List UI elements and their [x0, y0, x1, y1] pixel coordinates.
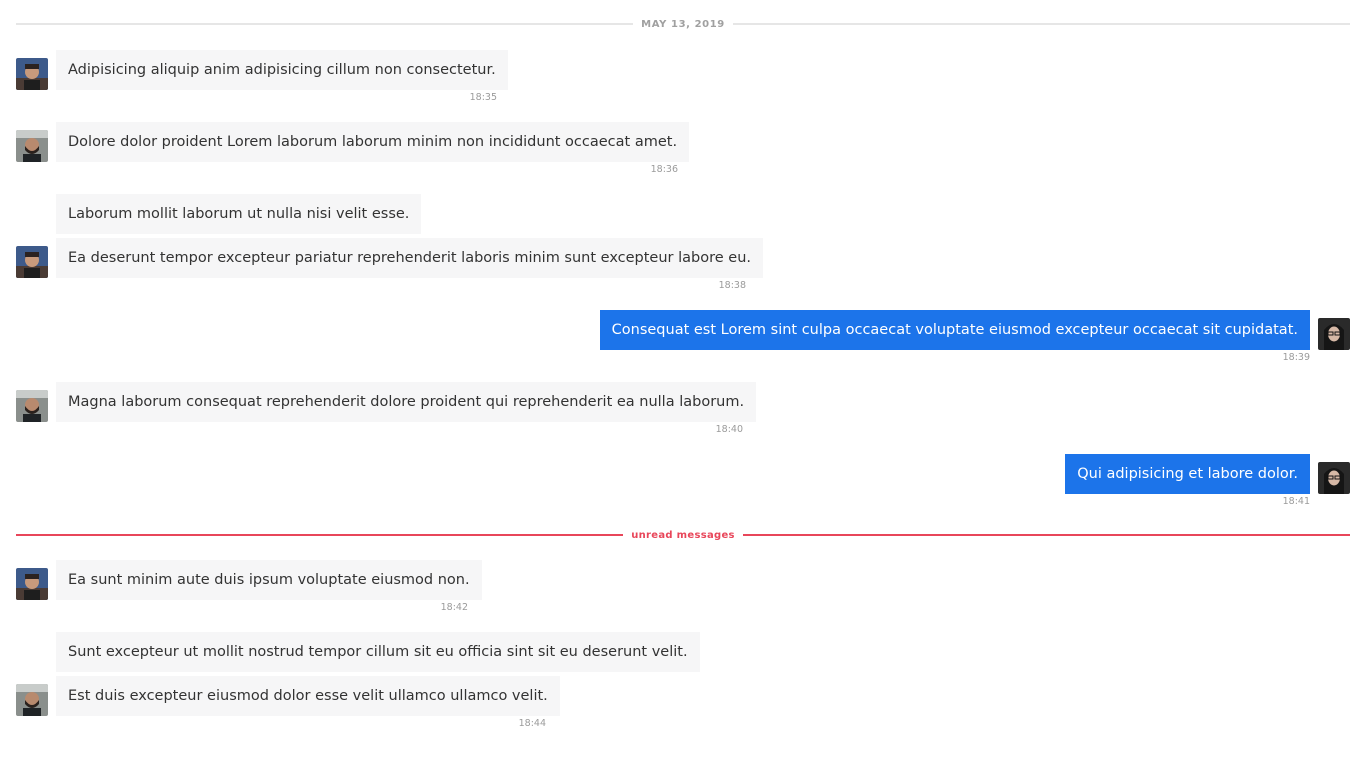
- message-bubble[interactable]: Dolore dolor proident Lorem laborum labo…: [56, 122, 690, 162]
- message-timestamp: 18:44: [518, 718, 546, 729]
- message-bubble[interactable]: Ea deserunt tempor excepteur pariatur re…: [56, 238, 763, 278]
- message-timestamp: 18:42: [440, 602, 468, 613]
- message-bubble-outgoing[interactable]: Qui adipisicing et labore dolor.: [1065, 454, 1310, 494]
- avatar-user-b[interactable]: [16, 390, 48, 422]
- avatar-user-a[interactable]: [16, 568, 48, 600]
- divider-line: [742, 534, 1350, 536]
- date-label: MAY 13, 2019: [641, 18, 725, 30]
- unread-divider: unread messages: [16, 525, 1350, 545]
- message-timestamp: 18:38: [718, 280, 746, 291]
- message-bubble[interactable]: Est duis excepteur eiusmod dolor esse ve…: [56, 676, 560, 716]
- divider-line: [732, 23, 1350, 25]
- date-divider: MAY 13, 2019: [16, 14, 1350, 34]
- avatar-self[interactable]: [1318, 318, 1350, 350]
- message-bubble[interactable]: Laborum mollit laborum ut nulla nisi vel…: [56, 194, 422, 234]
- message-bubble[interactable]: Ea sunt minim aute duis ipsum voluptate …: [56, 560, 482, 600]
- avatar-user-a[interactable]: [16, 246, 48, 278]
- message-bubble[interactable]: Magna laborum consequat reprehenderit do…: [56, 382, 757, 422]
- message-bubble-outgoing[interactable]: Consequat est Lorem sint culpa occaecat …: [599, 310, 1310, 350]
- message-bubble[interactable]: Sunt excepteur ut mollit nostrud tempor …: [56, 632, 700, 672]
- message-timestamp: 18:36: [650, 164, 678, 175]
- avatar-user-b[interactable]: [16, 130, 48, 162]
- avatar-user-a[interactable]: [16, 58, 48, 90]
- message-timestamp: 18:41: [1282, 496, 1310, 507]
- divider-line: [16, 534, 624, 536]
- avatar-self[interactable]: [1318, 462, 1350, 494]
- divider-line: [16, 23, 634, 25]
- message-bubble[interactable]: Adipisicing aliquip anim adipisicing cil…: [56, 50, 508, 90]
- message-timestamp: 18:39: [1282, 352, 1310, 363]
- message-timestamp: 18:40: [715, 424, 743, 435]
- avatar-user-b[interactable]: [16, 684, 48, 716]
- unread-label: unread messages: [631, 529, 735, 541]
- message-timestamp: 18:35: [469, 92, 497, 103]
